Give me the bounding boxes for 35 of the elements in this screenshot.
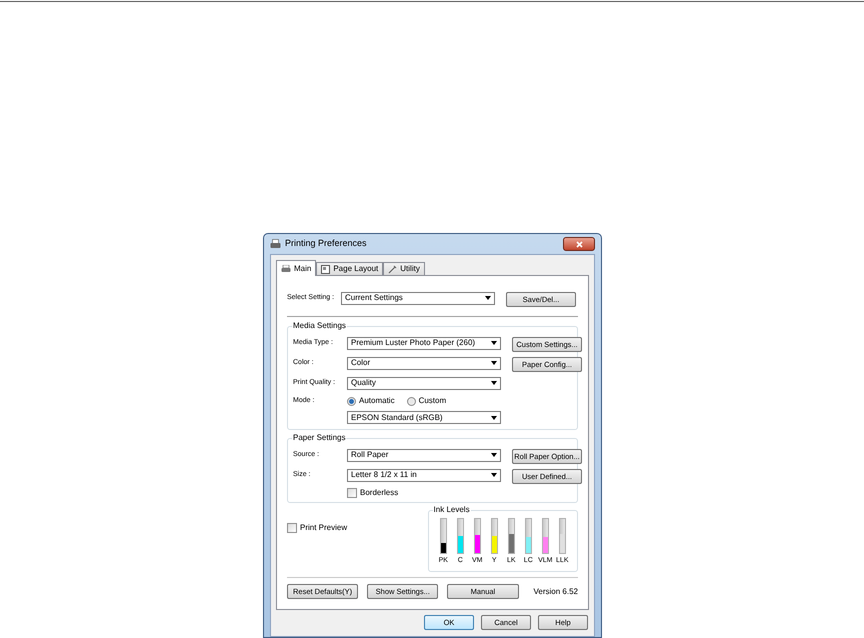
version-text: Version 6.52: [534, 586, 578, 598]
dropdown[interactable]: EPSON Standard (sRGB): [347, 411, 501, 424]
dropdown-arrow-icon: [491, 381, 497, 385]
dropdown-arrow-icon: [491, 361, 497, 365]
close-button[interactable]: [563, 237, 595, 251]
radio-button[interactable]: [347, 396, 356, 406]
dropdown-arrow-icon: [491, 416, 497, 420]
group-title: Ink Levels: [432, 505, 471, 515]
radio-label: Custom: [418, 395, 446, 407]
checkbox[interactable]: [347, 488, 357, 498]
checkbox[interactable]: [287, 523, 297, 533]
dropdown[interactable]: Color: [347, 356, 501, 370]
radio-label: Automatic: [359, 395, 395, 407]
dropdown[interactable]: Current Settings: [341, 292, 495, 304]
dropdown[interactable]: Roll Paper: [347, 448, 501, 462]
tab[interactable]: Main: [276, 260, 316, 276]
dropdown-arrow-icon: [491, 453, 497, 457]
tab[interactable]: Utility: [383, 262, 425, 275]
dropdown[interactable]: Premium Luster Photo Paper (260): [347, 336, 501, 350]
group-title: Paper Settings: [292, 433, 346, 443]
printer-icon: [281, 264, 291, 272]
wrench-icon: [388, 264, 398, 274]
radio-button[interactable]: [406, 396, 416, 406]
dropdown-arrow-icon: [491, 473, 497, 477]
dropdown[interactable]: Letter 8 1/2 x 11 in: [347, 468, 501, 482]
checkbox-label: Borderless: [360, 487, 398, 499]
dropdown[interactable]: Quality: [347, 376, 501, 390]
window-title: Printing Preferences: [285, 237, 368, 250]
dropdown-arrow-icon: [485, 296, 491, 300]
tab[interactable]: Page Layout: [316, 262, 384, 275]
dropdown-arrow-icon: [491, 341, 497, 345]
printer-icon: [270, 239, 281, 249]
group-title: Media Settings: [292, 321, 347, 331]
checkbox-label: Print Preview: [300, 522, 348, 534]
close-icon: [576, 240, 582, 248]
